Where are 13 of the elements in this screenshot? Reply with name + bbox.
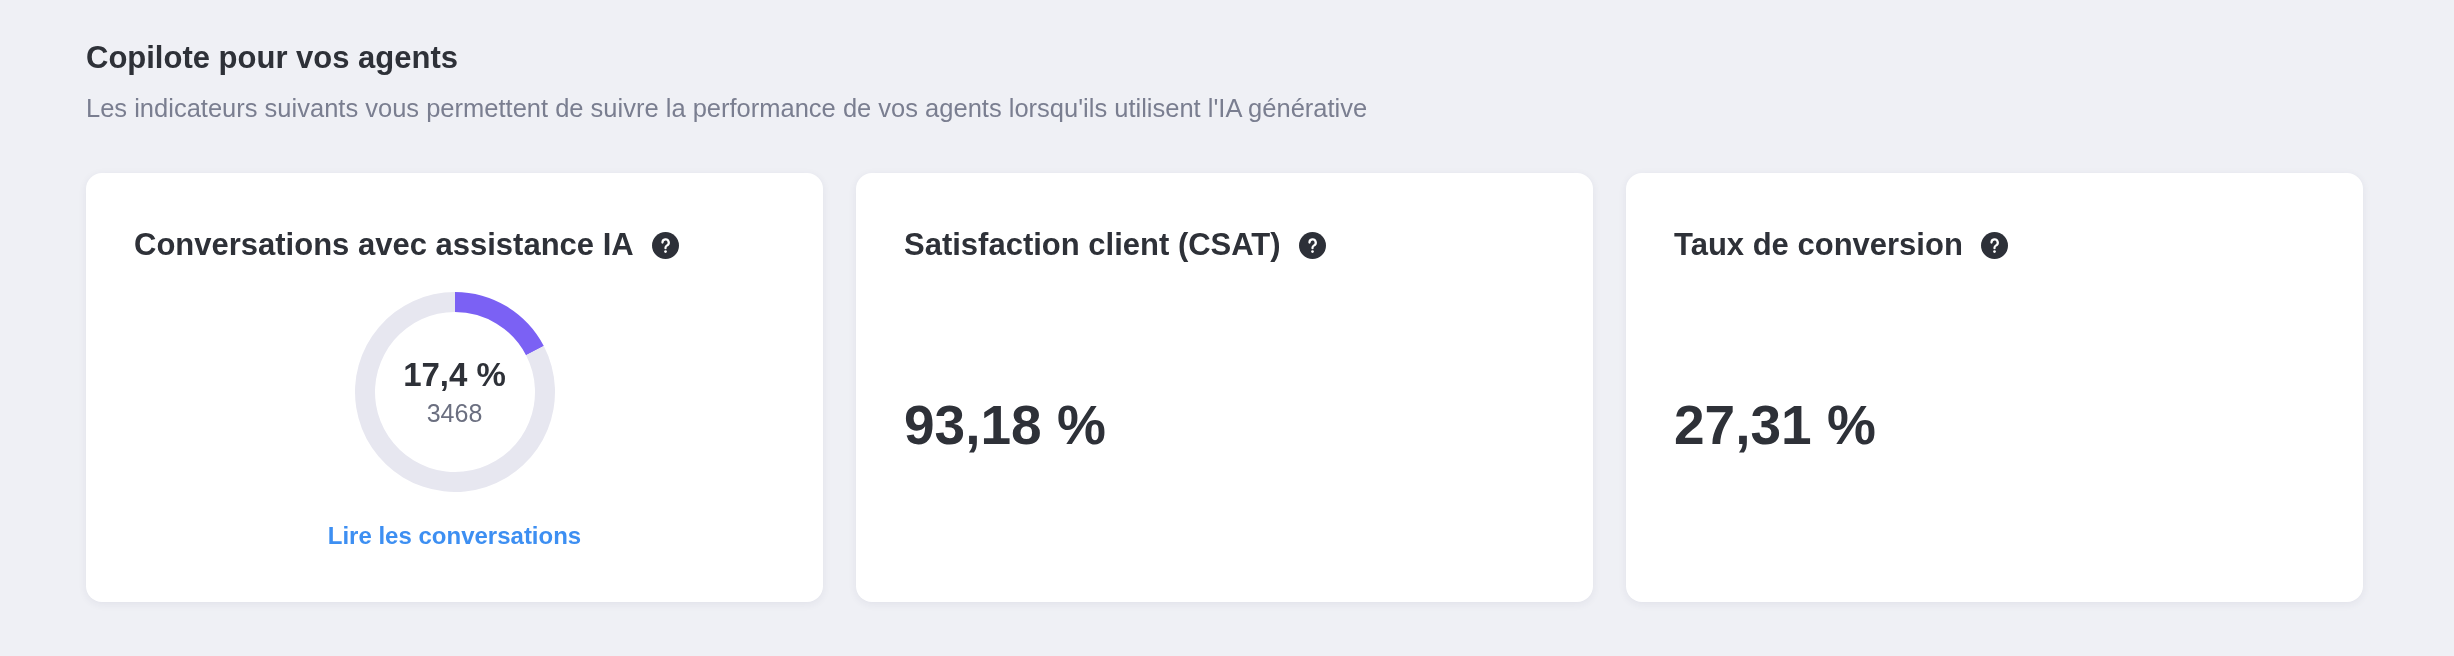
read-conversations-link[interactable]: Lire les conversations — [327, 521, 582, 551]
conversation-count: 3468 — [426, 398, 483, 428]
metric-value: 27,31 % — [1674, 393, 1876, 456]
help-icon[interactable] — [651, 231, 679, 259]
gauge-percent: 17,4 % — [403, 356, 506, 394]
card-title: Satisfaction client (CSAT) — [904, 227, 1281, 263]
help-icon[interactable] — [1980, 231, 2008, 259]
card-title: Taux de conversion — [1674, 227, 1963, 263]
section-title: Copilote pour vos agents — [86, 40, 459, 76]
card-title: Conversations avec assistance IA — [134, 227, 634, 263]
metric-value: 93,18 % — [904, 393, 1106, 456]
section-description: Les indicateurs suivants vous permettent de suivre la performance de vos agents lorsqu'ils utilisent l'IA générative — [86, 93, 1368, 123]
help-icon[interactable] — [1298, 231, 1326, 259]
